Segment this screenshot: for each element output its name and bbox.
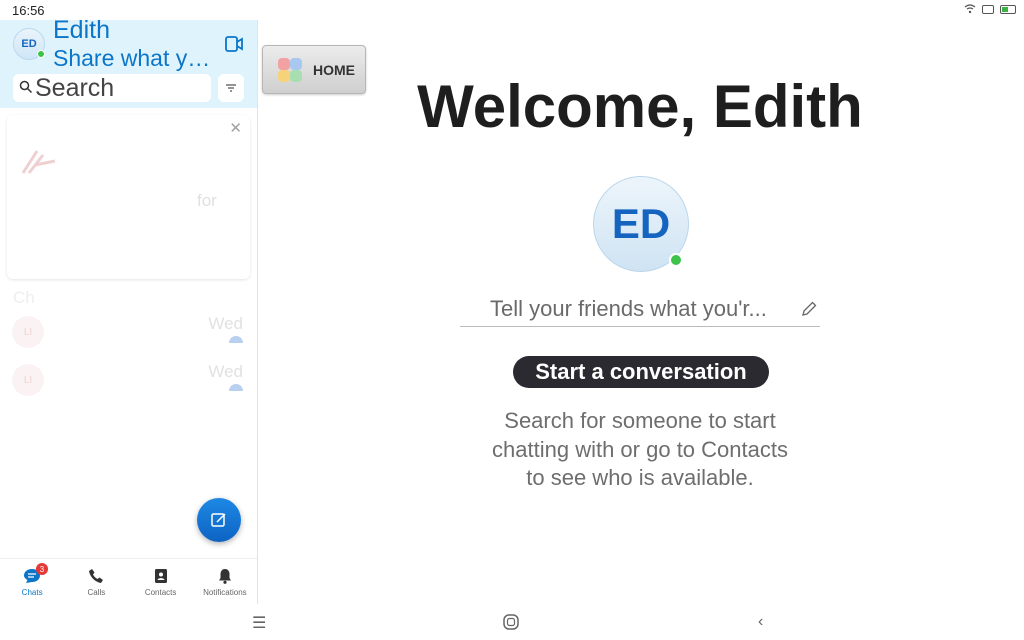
nav-chats[interactable]: 3 Chats [0,559,64,604]
promo-text: for [197,191,217,210]
contacts-book-icon [154,569,167,583]
illustration-icon [21,150,56,174]
online-status-dot [669,253,683,267]
battery-icon [1000,4,1016,14]
screen-icon [982,4,994,14]
user-avatar[interactable]: ED [13,28,45,60]
mood-message-field [460,292,820,327]
search-input[interactable] [35,74,209,102]
status-time: 16:56 [12,3,45,18]
sidebar-header: ED Edith Share what you're up to [0,16,257,108]
video-icon [225,36,243,52]
back-icon[interactable]: ‹ [758,613,763,631]
close-icon[interactable]: ✕ [229,119,242,137]
user-name[interactable]: Edith [53,16,110,45]
chat-list-item[interactable]: LI Wed [12,362,247,398]
contact-avatar: LI [12,364,44,396]
status-icons [964,4,1016,14]
system-nav-bar: ☰ ‹ [0,604,1024,640]
empty-state-hint: Search for someone to start chatting wit… [492,408,788,490]
nav-chats-label: Chats [21,588,43,597]
bell-icon [218,569,231,584]
video-call-button[interactable] [222,32,246,56]
filter-button[interactable] [218,74,244,102]
promo-card: ✕ for [7,115,250,279]
filter-icon [226,84,236,92]
chat-time: Wed [208,362,243,381]
welcome-heading: Welcome, Edith [417,73,863,140]
chat-list-item[interactable]: LI Wed [12,314,247,350]
contact-avatar: LI [12,316,44,348]
search-icon [19,80,33,94]
status-bar: 16:56 [0,0,1024,20]
compose-icon [211,513,226,527]
phone-icon [89,569,104,583]
unread-badge: 3 [36,563,48,575]
nav-contacts-label: Contacts [144,588,177,597]
home-button[interactable]: HOME [262,45,366,94]
recent-apps-icon[interactable]: ☰ [252,613,266,633]
mood-message-input[interactable] [490,294,790,324]
chat-sidebar: ED Edith Share what you're up to ✕ [0,16,258,604]
home-system-icon[interactable] [502,613,520,631]
edit-pencil-icon[interactable] [800,300,818,318]
profile-avatar[interactable]: ED [593,176,689,272]
bottom-nav: 3 Chats Calls Contacts Notifications [0,558,257,604]
new-chat-button[interactable] [197,498,241,542]
chat-time: Wed [208,314,243,333]
nav-notifications-label: Notifications [203,588,247,597]
read-receipt-icon [229,384,243,391]
home-logo-icon [278,58,302,82]
search-box [13,74,211,102]
nav-calls-label: Calls [87,588,106,597]
wifi-icon [964,4,976,14]
nav-calls[interactable]: Calls [64,559,128,604]
home-button-label: HOME [313,62,355,78]
read-receipt-icon [229,336,243,343]
online-status-dot [37,50,45,58]
nav-notifications[interactable]: Notifications [193,559,257,604]
nav-contacts[interactable]: Contacts [129,559,193,604]
user-mood[interactable]: Share what you're up to [53,45,213,72]
user-avatar-initials: ED [21,38,37,50]
start-conversation-button[interactable]: Start a conversation [513,356,769,388]
profile-avatar-initials: ED [611,200,671,247]
chats-section-title: Ch [13,288,35,307]
